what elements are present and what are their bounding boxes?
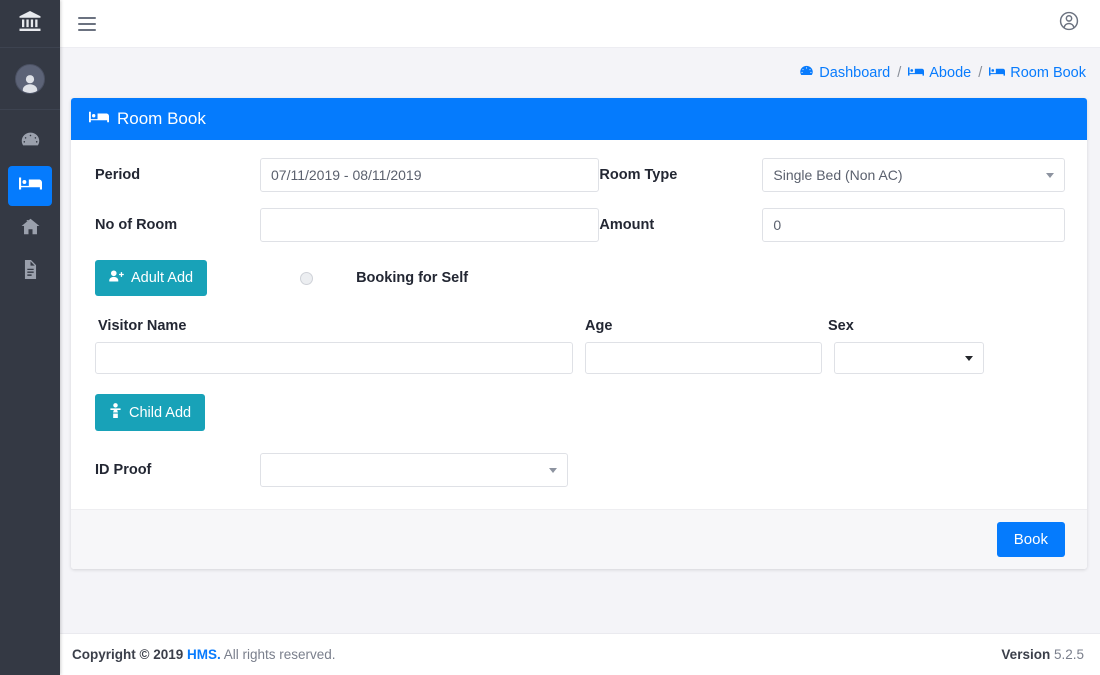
visitor-age-input[interactable] xyxy=(585,342,822,374)
visitor-name-input[interactable] xyxy=(95,342,573,374)
card-title: Room Book xyxy=(117,109,206,129)
user-avatar-icon xyxy=(15,64,45,94)
card-footer: Book xyxy=(71,509,1087,569)
breadcrumb-item-dashboard[interactable]: Dashboard xyxy=(799,64,890,83)
breadcrumb-label: Abode xyxy=(929,65,971,81)
adult-add-button[interactable]: Adult Add xyxy=(95,260,207,296)
period-input[interactable] xyxy=(260,158,599,192)
bed-icon xyxy=(89,109,109,130)
topbar xyxy=(60,0,1100,48)
child-add-label: Child Add xyxy=(129,405,191,421)
form-row-adult: Adult Add Booking for Self xyxy=(95,260,1065,296)
sidebar xyxy=(0,0,60,675)
copyright-text: Copyright © 2019 HMS. All rights reserve… xyxy=(72,647,336,662)
id-proof-select[interactable] xyxy=(260,453,568,487)
field-amount: Amount xyxy=(599,208,1065,242)
label-period: Period xyxy=(95,167,260,183)
form-row-2: No of Room Amount xyxy=(95,208,1065,242)
page-footer: Copyright © 2019 HMS. All rights reserve… xyxy=(60,633,1100,675)
form-row-1: Period Room Type Single Bed (Non AC) xyxy=(95,158,1065,192)
app-root: Dashboard / Abode / xyxy=(0,0,1100,675)
card-header: Room Book xyxy=(71,98,1087,140)
column-header-visitor-name: Visitor Name xyxy=(95,318,585,334)
home-icon xyxy=(20,216,41,242)
label-amount: Amount xyxy=(599,217,762,233)
breadcrumb-label: Dashboard xyxy=(819,65,890,81)
child-icon xyxy=(109,403,122,422)
label-id-proof: ID Proof xyxy=(95,462,260,478)
bed-icon xyxy=(19,172,42,200)
breadcrumb-label: Room Book xyxy=(1010,65,1086,81)
copyright-prefix: Copyright © 2019 xyxy=(72,647,187,662)
hamburger-menu-icon[interactable] xyxy=(78,17,100,31)
sidebar-item-home[interactable] xyxy=(8,209,52,249)
bed-icon xyxy=(908,65,924,82)
user-account-icon[interactable] xyxy=(1058,10,1080,37)
row-spacer xyxy=(95,192,1065,208)
booking-for-self-label: Booking for Self xyxy=(356,270,468,286)
breadcrumb: Dashboard / Abode / xyxy=(60,48,1100,98)
form-row-child: Child Add xyxy=(95,394,1065,431)
sidebar-nav xyxy=(0,110,60,295)
copyright-suffix: All rights reserved. xyxy=(221,647,336,662)
breadcrumb-separator: / xyxy=(897,65,901,81)
label-no-of-room: No of Room xyxy=(95,217,260,233)
file-document-icon xyxy=(21,260,40,284)
version-label: Version xyxy=(1001,647,1050,662)
adult-add-label: Adult Add xyxy=(131,270,193,286)
amount-input[interactable] xyxy=(762,208,1065,242)
sidebar-brand[interactable] xyxy=(0,0,60,48)
version-number: 5.2.5 xyxy=(1054,647,1084,662)
breadcrumb-item-abode[interactable]: Abode xyxy=(908,65,971,82)
booking-for-self-radio[interactable] xyxy=(300,272,313,285)
version-text: Version 5.2.5 xyxy=(1001,647,1084,662)
user-plus-icon xyxy=(109,269,124,287)
field-room-type: Room Type Single Bed (Non AC) xyxy=(599,158,1065,192)
breadcrumb-separator: / xyxy=(978,65,982,81)
card-body: Period Room Type Single Bed (Non AC) xyxy=(71,140,1087,509)
field-no-of-room: No of Room xyxy=(95,208,599,242)
room-book-card: Room Book Period Room Type xyxy=(71,98,1087,569)
column-header-sex: Sex xyxy=(828,318,1065,334)
dashboard-gauge-icon xyxy=(20,130,41,156)
room-type-select[interactable]: Single Bed (Non AC) xyxy=(762,158,1065,192)
visitor-table-header: Visitor Name Age Sex xyxy=(95,318,1065,334)
booking-for-self-group: Booking for Self xyxy=(300,270,468,286)
bank-institution-icon xyxy=(18,9,42,38)
breadcrumb-item-room-book[interactable]: Room Book xyxy=(989,65,1086,82)
bed-icon xyxy=(989,65,1005,82)
sidebar-item-abode[interactable] xyxy=(8,166,52,206)
no-of-room-input[interactable] xyxy=(260,208,599,242)
brand-link[interactable]: HMS. xyxy=(187,647,221,662)
visitor-table-row xyxy=(95,342,1065,374)
main-area: Dashboard / Abode / xyxy=(60,0,1100,675)
label-room-type: Room Type xyxy=(599,167,762,183)
sidebar-item-reports[interactable] xyxy=(8,252,52,292)
sidebar-avatar[interactable] xyxy=(0,48,60,110)
field-id-proof: ID Proof xyxy=(95,453,1065,487)
visitor-sex-select[interactable] xyxy=(834,342,984,374)
field-period: Period xyxy=(95,158,599,192)
dashboard-gauge-icon xyxy=(799,64,814,83)
column-header-age: Age xyxy=(585,318,828,334)
sidebar-item-dashboard[interactable] xyxy=(8,123,52,163)
child-add-button[interactable]: Child Add xyxy=(95,394,205,431)
content-area: Dashboard / Abode / xyxy=(60,48,1100,675)
book-button[interactable]: Book xyxy=(997,522,1065,557)
